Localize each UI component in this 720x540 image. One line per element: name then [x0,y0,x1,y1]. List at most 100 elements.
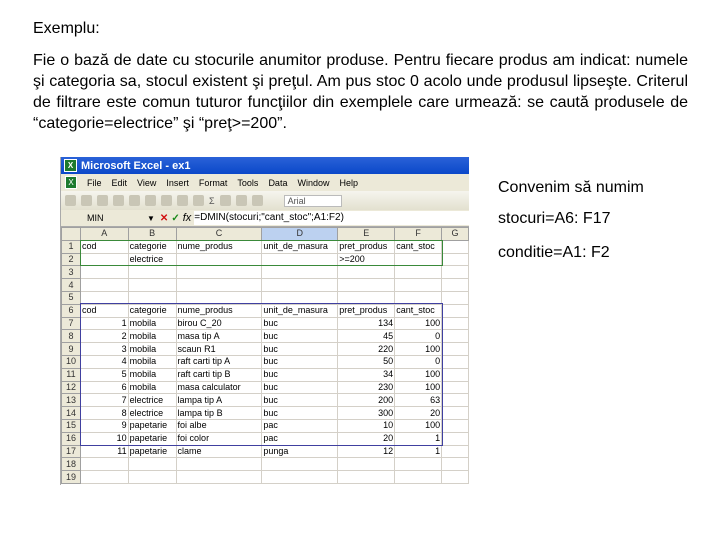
menu-edit[interactable]: Edit [112,178,128,188]
cell[interactable]: mobila [127,367,177,382]
select-all-corner[interactable] [61,227,81,241]
cell[interactable]: 10 [79,431,129,446]
cell[interactable] [441,354,469,369]
menu-insert[interactable]: Insert [166,178,189,188]
cell[interactable]: buc [261,380,339,395]
row-header[interactable]: 16 [61,431,81,446]
column-header-a[interactable]: A [79,227,129,241]
cell[interactable] [441,444,469,459]
row-header[interactable]: 14 [61,406,81,420]
enter-icon[interactable]: ✓ [171,213,179,224]
cell[interactable]: mobila [127,329,177,344]
column-header-f[interactable]: F [394,227,443,241]
spelling-icon[interactable] [145,195,156,206]
menu-help[interactable]: Help [339,178,358,188]
cell[interactable]: lampa tip B [175,406,263,420]
menu-window[interactable]: Window [297,178,329,188]
cell[interactable] [175,252,263,267]
row-header[interactable]: 5 [61,290,81,305]
cell[interactable]: cod [79,303,129,318]
preview-icon[interactable] [129,195,140,206]
cell[interactable]: mobila [127,342,177,356]
cell[interactable]: pac [261,418,339,433]
cell[interactable] [441,239,469,254]
cell[interactable]: 3 [79,342,129,356]
cell[interactable] [79,470,129,484]
cell[interactable] [175,278,263,292]
column-header-g[interactable]: G [441,227,469,241]
cell[interactable]: electrice [127,406,177,420]
row-header[interactable]: 7 [61,316,81,331]
cell[interactable]: categorie [127,239,177,254]
cell[interactable]: foi albe [175,418,263,433]
cell[interactable]: electrice [127,252,177,267]
column-header-d[interactable]: D [261,227,339,241]
cell[interactable]: 100 [394,380,443,395]
cell[interactable] [79,290,129,305]
menu-view[interactable]: View [137,178,156,188]
name-box[interactable]: MIN [61,213,147,223]
cell[interactable]: 100 [394,367,443,382]
save-icon[interactable] [97,195,108,206]
cell[interactable]: 2 [79,329,129,344]
cell[interactable]: nume_produs [175,239,263,254]
cell[interactable] [261,252,339,267]
cell[interactable]: papetarie [127,418,177,433]
print-icon[interactable] [113,195,124,206]
cell[interactable]: 45 [337,329,396,344]
cell[interactable]: pret_produs [337,303,396,318]
sort-icon[interactable] [219,195,231,206]
cell[interactable]: unit_de_masura [261,239,339,254]
cell[interactable] [441,252,469,267]
cell[interactable] [441,457,469,472]
row-header[interactable]: 8 [61,329,81,344]
cell[interactable] [394,457,443,472]
cut-icon[interactable] [161,195,172,206]
cell[interactable]: foi color [175,431,263,446]
cell[interactable]: buc [261,406,339,420]
cell[interactable] [127,265,177,280]
cell[interactable]: 20 [394,406,443,420]
cell[interactable]: 100 [394,418,443,433]
column-header-e[interactable]: E [337,227,396,241]
cell[interactable]: pac [261,431,339,446]
menu-file[interactable]: File [87,178,102,188]
row-header[interactable]: 11 [61,367,81,382]
cell[interactable]: 50 [337,354,396,369]
cell[interactable] [261,457,339,472]
column-header-b[interactable]: B [127,227,177,241]
cell[interactable] [79,265,129,280]
menu-format[interactable]: Format [199,178,228,188]
row-header[interactable]: 12 [61,380,81,395]
copy-icon[interactable] [177,195,188,206]
cell[interactable]: 10 [337,418,396,433]
row-header[interactable]: 1 [61,239,81,254]
formula-input[interactable]: =DMIN(stocuri;"cant_stoc";A1:F2) [194,211,469,225]
cell[interactable] [261,470,339,484]
cell[interactable] [394,265,443,280]
cell[interactable] [261,290,339,305]
row-header[interactable]: 4 [61,278,81,292]
cell[interactable]: 300 [337,406,396,420]
cell[interactable]: masa calculator [175,380,263,395]
fx-icon[interactable]: fx [183,212,192,224]
cell[interactable]: categorie [127,303,177,318]
cell[interactable] [261,278,339,292]
row-header[interactable]: 17 [61,444,81,459]
menu-tools[interactable]: Tools [237,178,258,188]
cell[interactable]: 5 [79,367,129,382]
cell[interactable]: raft carti tip A [175,354,263,369]
sum-icon[interactable]: Σ [209,196,215,206]
cell[interactable]: 12 [337,444,396,459]
cell[interactable]: 8 [79,406,129,420]
cell[interactable]: mobila [127,316,177,331]
cell[interactable]: pret_produs [337,239,396,254]
chart-icon[interactable] [235,195,247,206]
cell[interactable]: clame [175,444,263,459]
cell[interactable]: birou C_20 [175,316,263,331]
cell[interactable]: buc [261,342,339,356]
cell[interactable]: nume_produs [175,303,263,318]
cell[interactable]: 1 [79,316,129,331]
cell[interactable]: papetarie [127,431,177,446]
cell[interactable] [441,393,469,408]
